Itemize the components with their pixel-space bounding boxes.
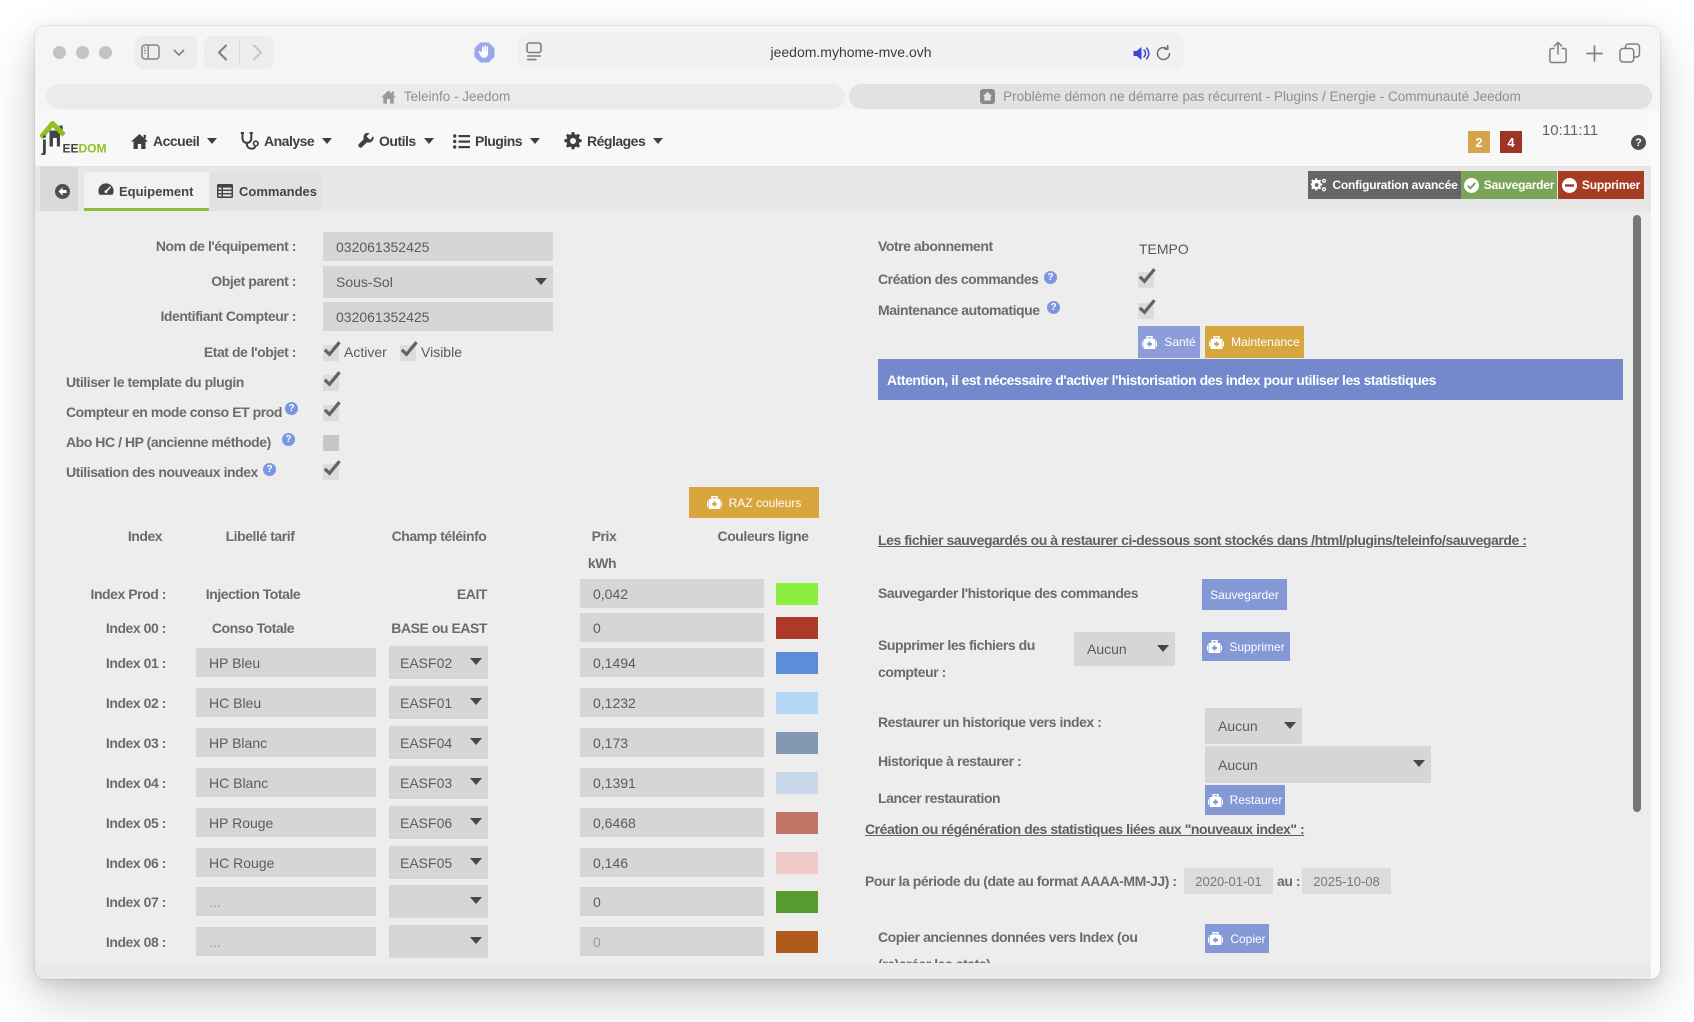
svg-text:EE: EE	[63, 142, 79, 156]
svg-text:j: j	[41, 133, 48, 155]
svg-text:DOM: DOM	[79, 142, 107, 156]
